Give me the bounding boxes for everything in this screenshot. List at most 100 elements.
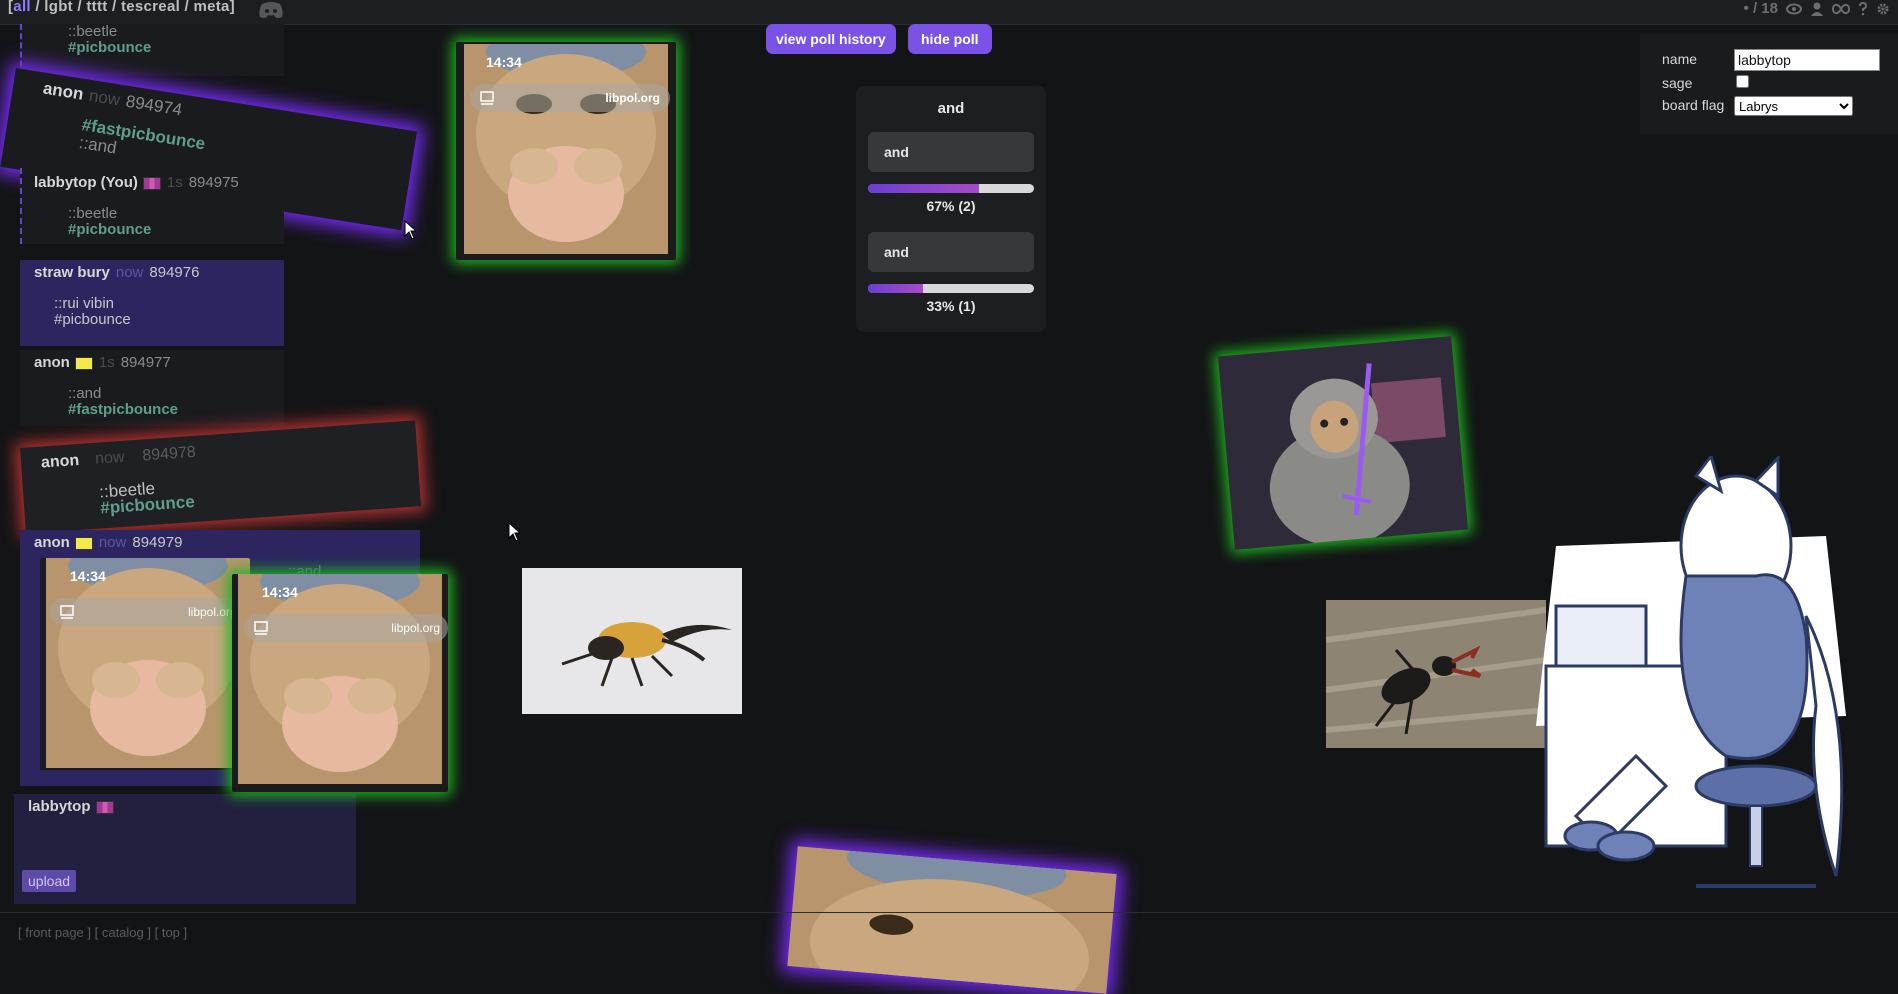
post-header: anon 1s 894977: [34, 354, 171, 371]
poll-result-bar: [868, 284, 1034, 293]
board-flag-label: board flag: [1662, 97, 1725, 113]
post-header: anon now 894978: [41, 444, 197, 473]
post-author: straw bury: [34, 264, 110, 281]
post-header: anon now 894979: [34, 534, 182, 551]
footer-link-top[interactable]: top: [162, 925, 180, 940]
cat-image[interactable]: 14:34 libpol.org: [232, 574, 448, 792]
poll-result-text: 33% (1): [926, 298, 976, 314]
upload-button[interactable]: upload: [22, 870, 77, 892]
footer-link-catalog[interactable]: catalog: [102, 925, 144, 940]
stag-beetle-image[interactable]: [1326, 600, 1546, 748]
post-number[interactable]: 894977: [121, 354, 171, 371]
hashtag[interactable]: #fastpicbounce: [68, 402, 178, 418]
enby-flag-icon: [74, 356, 93, 370]
cat-image[interactable]: 14:34 libpol.org: [40, 558, 250, 770]
poll-panel: and and 67% (2) and 33% (1): [856, 86, 1046, 332]
image-site-pill: libpol.org: [244, 614, 448, 642]
post: ::beetle #picbounce: [20, 24, 284, 76]
image-site-pill: libpol.org: [50, 598, 250, 626]
mouse-cursor-icon: [508, 522, 520, 542]
cat-picture: [464, 44, 668, 254]
post-form: name sage board flag Labrys: [1640, 34, 1898, 134]
poll-result-fill: [868, 184, 980, 193]
post-author: anon: [34, 354, 70, 371]
post-time: now: [94, 448, 126, 468]
post-time: 1s: [166, 174, 183, 191]
poll-option[interactable]: and: [868, 132, 1034, 172]
labrys-flag-icon: [142, 176, 161, 190]
post-author: anon: [40, 451, 80, 472]
sage-checkbox[interactable]: [1736, 75, 1749, 88]
hide-poll-button[interactable]: hide poll: [908, 24, 992, 54]
image-site-pill: libpol.org: [470, 84, 670, 112]
poll-option-label: and: [884, 244, 909, 260]
post-number[interactable]: 894979: [132, 534, 182, 551]
eye-icon[interactable]: [1786, 3, 1802, 15]
discord-icon[interactable]: [258, 1, 284, 19]
cat-picture: [46, 558, 250, 768]
post-header: straw bury now 894976: [34, 264, 199, 281]
post-body: ::beetle: [68, 23, 118, 40]
top-stats: • / 18: [1744, 0, 1890, 17]
post-number[interactable]: 894978: [142, 444, 196, 465]
poll-result-bar: [868, 184, 1034, 193]
enby-flag-icon: [74, 536, 93, 550]
poll-option[interactable]: and: [868, 232, 1034, 272]
post: anon 1s 894977 ::and #fastpicbounce: [20, 350, 284, 426]
poll-title: and: [937, 100, 965, 117]
image-site: libpol.org: [391, 621, 440, 635]
poll-result-fill: [868, 284, 923, 293]
post-body: ::beetle: [68, 205, 118, 222]
name-label: name: [1662, 51, 1698, 67]
post-time: now: [98, 534, 127, 551]
post-author: anon: [41, 78, 85, 104]
hercules-beetle-image[interactable]: [522, 568, 742, 714]
post-author: anon: [34, 534, 70, 551]
hashtag[interactable]: #picbounce: [68, 222, 151, 238]
post-time: now: [87, 85, 122, 110]
mascot-illustration: [1536, 456, 1846, 888]
hashtag[interactable]: #picbounce: [100, 492, 196, 518]
board-link-all[interactable]: all: [13, 0, 31, 15]
reply-box: labbytop upload: [14, 794, 356, 904]
view-poll-history-button[interactable]: view poll history: [766, 24, 896, 54]
image-site: libpol.org: [605, 91, 660, 105]
image-site: libpol.org: [188, 605, 237, 619]
post: labbytop (You) 1s 894975 ::beetle #picboun…: [20, 168, 284, 244]
post-body: ::rui vibin: [54, 295, 115, 312]
post-author: labbytop (You): [34, 174, 138, 191]
infinity-icon[interactable]: [1832, 3, 1850, 15]
post-number[interactable]: 894976: [149, 264, 199, 281]
board-links[interactable]: / lgbt / tttt / tescreal / meta]: [31, 0, 235, 15]
post-body: ::and: [68, 385, 102, 402]
post-number[interactable]: 894974: [124, 92, 183, 120]
post-counter: • / 18: [1743, 0, 1778, 17]
settings-gear-icon[interactable]: [1876, 2, 1890, 16]
post-time: 1s: [98, 354, 115, 371]
footer: [ front page ] [ catalog ] [ top ]: [0, 912, 1898, 940]
document-icon: [480, 91, 494, 105]
post-header: labbytop: [28, 798, 114, 815]
hashtag[interactable]: #picbounce: [68, 40, 151, 56]
post-body: ::and: [77, 132, 118, 158]
top-bar: [all / lgbt / tttt / tescreal / meta] • …: [0, 0, 1898, 25]
name-input[interactable]: [1734, 49, 1880, 71]
document-icon: [254, 621, 268, 635]
poll-option-label: and: [884, 144, 909, 160]
help-icon[interactable]: [1858, 1, 1868, 16]
post: straw bury now 894976 ::rui vibin #picboun…: [20, 260, 284, 346]
cat-image[interactable]: 14:34 libpol.org: [456, 42, 676, 260]
board-nav: [all / lgbt / tttt / tescreal / meta]: [8, 0, 235, 15]
hashtag[interactable]: #picbounce: [54, 312, 131, 328]
user-icon[interactable]: [1810, 2, 1824, 16]
footer-link-front-page[interactable]: front page: [25, 925, 84, 940]
document-icon: [60, 605, 74, 619]
post-time: now: [115, 264, 144, 281]
post-author: labbytop: [28, 798, 91, 815]
labrys-flag-icon: [95, 800, 114, 814]
knight-cat-image[interactable]: [1217, 336, 1469, 550]
board-flag-select[interactable]: Labrys: [1734, 96, 1853, 116]
thread-line: [20, 168, 22, 244]
post-number[interactable]: 894975: [189, 174, 239, 191]
post: anon now 894978 ::beetle #picbounce: [20, 420, 422, 534]
